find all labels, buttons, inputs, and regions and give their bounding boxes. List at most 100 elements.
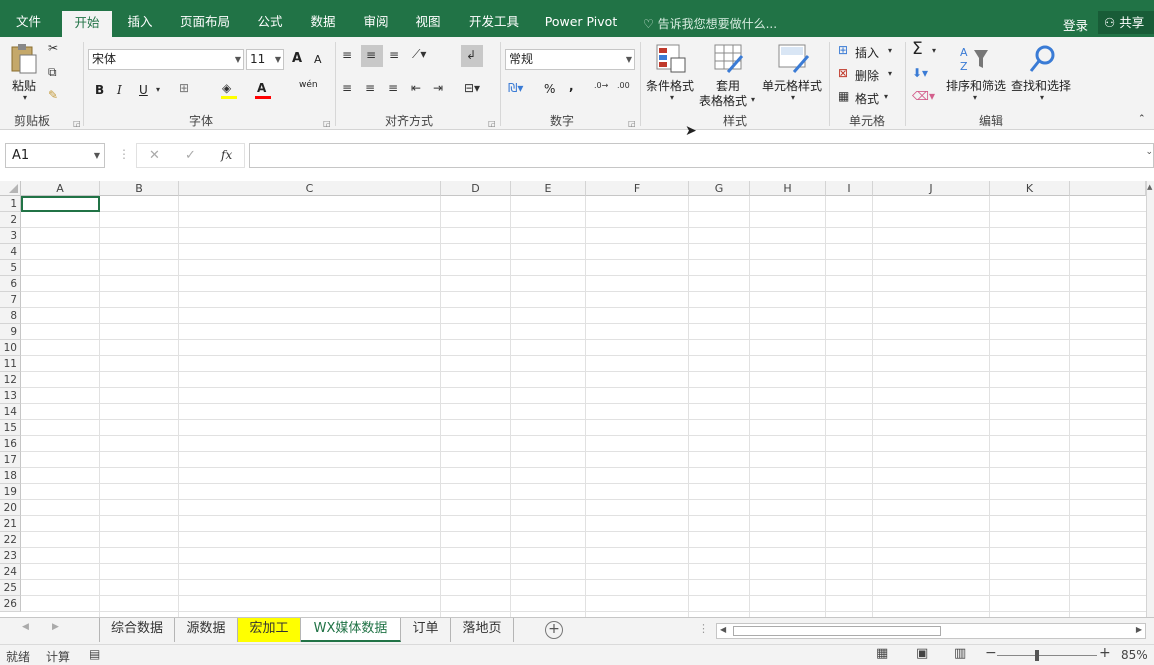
alignment-launcher-icon[interactable]: ◲ (488, 119, 496, 128)
tab-data[interactable]: 数据 (300, 0, 346, 37)
vertical-scrollbar[interactable]: ▲ (1146, 181, 1154, 617)
page-break-view-icon[interactable]: ▥ (954, 646, 966, 661)
row-header[interactable]: 21 (0, 516, 21, 532)
align-right-icon[interactable]: ≡ (388, 81, 398, 95)
tab-review[interactable]: 审阅 (354, 0, 398, 37)
tab-insert[interactable]: 插入 (118, 0, 162, 37)
number-format-select[interactable]: 常规 ▼ (505, 49, 635, 70)
tab-power-pivot[interactable]: Power Pivot (538, 0, 624, 37)
row-header[interactable]: 16 (0, 436, 21, 452)
row-header[interactable]: 25 (0, 580, 21, 596)
border-icon[interactable]: ⊞ (179, 81, 189, 95)
row-header[interactable]: 11 (0, 356, 21, 372)
add-sheet-icon[interactable]: + (545, 621, 563, 639)
sheet-tab[interactable]: 综合数据 (100, 618, 175, 642)
shrink-font-button[interactable]: A (314, 53, 322, 66)
delete-cells-button[interactable]: 删除 (855, 67, 879, 84)
align-left-icon[interactable]: ≡ (342, 81, 352, 95)
format-as-table-line2[interactable]: 表格格式 (699, 92, 747, 109)
scroll-left-icon[interactable]: ◀ (720, 625, 726, 634)
normal-view-icon[interactable]: ▦ (876, 646, 888, 661)
format-cells-button[interactable]: 格式 (855, 90, 879, 107)
row-header[interactable]: 1 (0, 196, 21, 212)
share-button[interactable]: ⚇ 共享 (1098, 11, 1154, 34)
grow-font-button[interactable]: A (292, 51, 302, 66)
row-header[interactable]: 10 (0, 340, 21, 356)
align-center-icon[interactable]: ≡ (365, 81, 375, 95)
row-header[interactable]: 13 (0, 388, 21, 404)
column-header[interactable]: F (586, 181, 689, 196)
row-header[interactable]: 7 (0, 292, 21, 308)
zoom-slider-thumb[interactable] (1035, 650, 1039, 661)
login-link[interactable]: 登录 (1063, 15, 1088, 34)
conditional-format-button[interactable]: 条件格式 (646, 77, 694, 94)
horizontal-scrollbar[interactable]: ◀ ▶ (716, 623, 1146, 639)
align-bottom-icon[interactable]: ≡ (389, 48, 399, 62)
column-header-blank[interactable] (1070, 181, 1146, 196)
zoom-out-icon[interactable]: − (985, 645, 997, 661)
sheet-tab[interactable]: 订单 (401, 618, 451, 642)
more-options-icon[interactable]: ⋮ (118, 147, 130, 161)
underline-button[interactable]: U (139, 83, 148, 97)
row-header[interactable]: 20 (0, 500, 21, 516)
accounting-format-icon[interactable]: ₪▾ (508, 81, 523, 95)
row-header[interactable]: 15 (0, 420, 21, 436)
align-top-icon[interactable]: ≡ (342, 48, 352, 62)
cancel-icon[interactable]: ✕ (149, 148, 160, 163)
tab-page-layout[interactable]: 页面布局 (172, 0, 238, 37)
clear-icon[interactable]: ⌫▾ (912, 89, 935, 103)
row-header[interactable]: 19 (0, 484, 21, 500)
expand-formula-icon[interactable]: ⌄ (1145, 147, 1153, 157)
decrease-indent-icon[interactable]: ⇤ (411, 81, 421, 95)
row-header[interactable]: 22 (0, 532, 21, 548)
paste-button[interactable]: 粘贴 (12, 77, 36, 94)
decrease-decimal-icon[interactable]: .00 (617, 81, 630, 90)
chevron-down-icon[interactable]: ▾ (156, 85, 160, 94)
scroll-right-icon[interactable]: ▶ (1136, 625, 1142, 634)
comma-button[interactable]: , (569, 79, 574, 93)
row-header[interactable]: 4 (0, 244, 21, 260)
column-header[interactable]: A (21, 181, 100, 196)
column-header[interactable]: D (441, 181, 511, 196)
column-header[interactable]: J (873, 181, 990, 196)
row-header[interactable]: 9 (0, 324, 21, 340)
orientation-icon[interactable]: ⟋▾ (412, 47, 426, 62)
row-header[interactable]: 3 (0, 228, 21, 244)
cell-styles-button[interactable]: 单元格样式 (762, 77, 822, 94)
clipboard-launcher-icon[interactable]: ◲ (73, 119, 81, 128)
tab-home[interactable]: 开始 (62, 11, 112, 37)
bold-button[interactable]: B (95, 83, 104, 97)
paste-dropdown-icon[interactable]: ▾ (23, 93, 27, 102)
phonetic-button[interactable]: wén (299, 80, 318, 90)
tab-view[interactable]: 视图 (406, 0, 450, 37)
row-header[interactable]: 2 (0, 212, 21, 228)
zoom-slider[interactable] (997, 655, 1097, 656)
tab-formulas[interactable]: 公式 (248, 0, 292, 37)
sort-filter-button[interactable]: 排序和筛选 (946, 77, 1006, 94)
column-header[interactable]: B (100, 181, 179, 196)
collapse-ribbon-icon[interactable]: ⌃ (1138, 114, 1146, 124)
tab-split-handle-icon[interactable]: ⋮ (698, 622, 709, 635)
column-header[interactable]: E (511, 181, 586, 196)
format-painter-icon[interactable]: ✎ (48, 88, 58, 102)
align-middle-button[interactable]: ≡ (361, 45, 383, 67)
select-all-corner[interactable] (0, 181, 21, 196)
insert-cells-button[interactable]: 插入 (855, 44, 879, 61)
scroll-thumb[interactable] (733, 626, 941, 636)
tab-developer[interactable]: 开发工具 (460, 0, 528, 37)
row-header[interactable]: 14 (0, 404, 21, 420)
row-header[interactable]: 6 (0, 276, 21, 292)
increase-indent-icon[interactable]: ⇥ (433, 81, 443, 95)
column-header[interactable]: K (990, 181, 1070, 196)
row-header[interactable]: 24 (0, 564, 21, 580)
row-header[interactable]: 23 (0, 548, 21, 564)
italic-button[interactable]: I (117, 83, 122, 97)
number-launcher-icon[interactable]: ◲ (628, 119, 636, 128)
column-header[interactable]: H (750, 181, 826, 196)
tab-file[interactable]: 文件 (5, 0, 52, 37)
find-select-button[interactable]: 查找和选择 (1011, 77, 1071, 94)
autosum-button[interactable]: Σ (912, 39, 923, 59)
tell-me-box[interactable]: ♡ 告诉我您想要做什么... (643, 15, 777, 32)
row-header[interactable]: 5 (0, 260, 21, 276)
sheet-tab-active[interactable]: WX媒体数据 (301, 618, 401, 642)
